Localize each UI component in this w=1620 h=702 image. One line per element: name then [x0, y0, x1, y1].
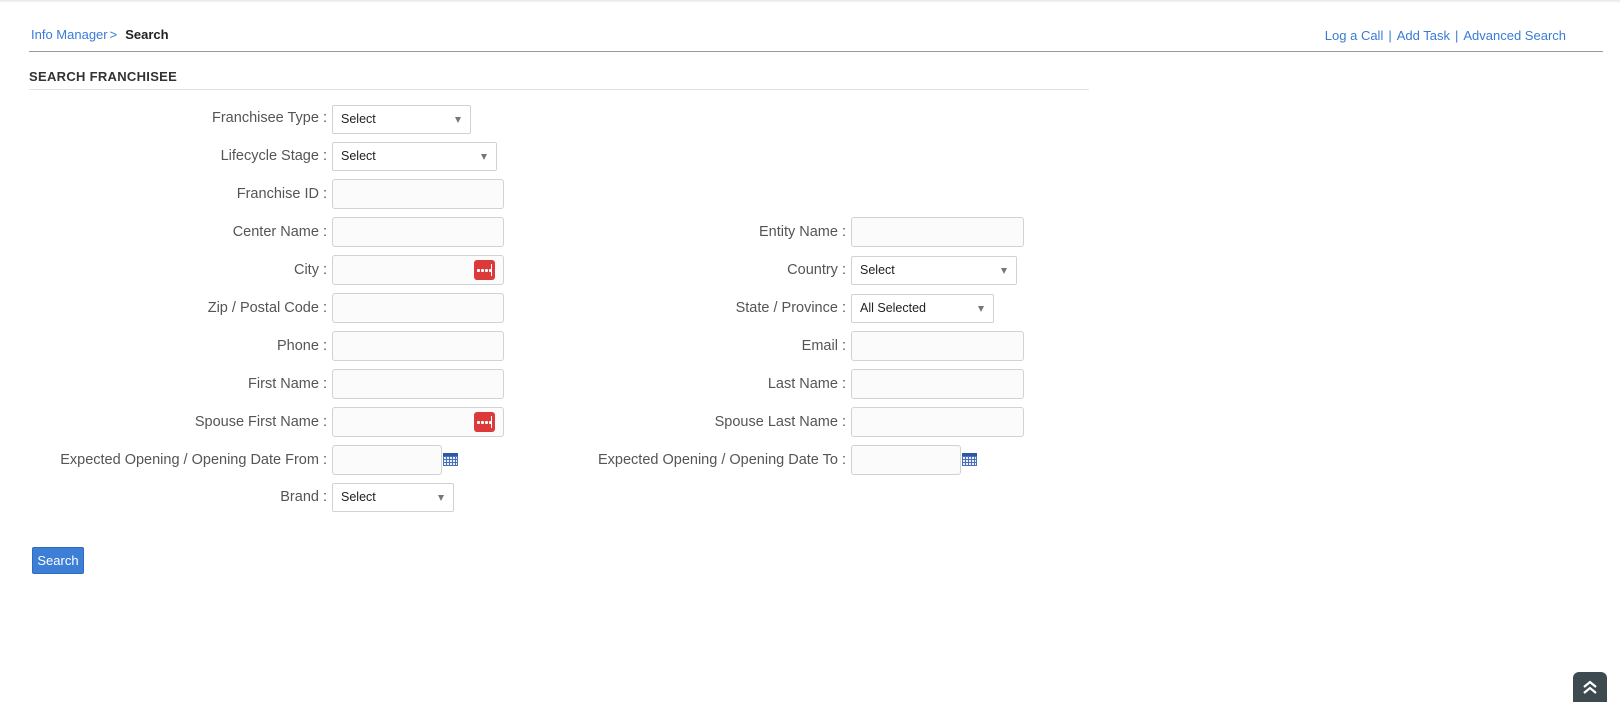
last-name-label: Last Name : [767, 376, 846, 392]
zip-input[interactable] [332, 293, 504, 323]
state-label: State / Province : [735, 300, 846, 316]
calendar-icon[interactable] [443, 453, 458, 466]
opening-date-from-label: Expected Opening / Opening Date From : [60, 452, 327, 468]
opening-date-to-input[interactable] [851, 445, 961, 475]
phone-input[interactable] [332, 331, 504, 361]
opening-date-from-input[interactable] [332, 445, 442, 475]
first-name-input[interactable] [332, 369, 504, 399]
double-chevron-up-icon [1583, 680, 1597, 694]
add-task-link[interactable]: Add Task [1397, 28, 1450, 43]
center-name-input[interactable] [332, 217, 504, 247]
email-input[interactable] [851, 331, 1024, 361]
city-label: City : [293, 262, 327, 278]
chevron-down-icon [438, 495, 444, 501]
state-value: All Selected [860, 301, 927, 315]
ellipsis-icon[interactable] [474, 260, 495, 280]
phone-label: Phone : [277, 338, 327, 354]
search-button[interactable]: Search [32, 547, 84, 574]
last-name-input[interactable] [851, 369, 1024, 399]
ellipsis-icon[interactable] [474, 412, 495, 432]
franchisee-type-value: Select [341, 112, 376, 126]
first-name-label: First Name : [248, 376, 327, 392]
calendar-icon[interactable] [962, 453, 977, 466]
lifecycle-stage-select[interactable]: Select [332, 142, 497, 171]
top-shadow [0, 0, 1620, 3]
lifecycle-stage-value: Select [341, 149, 376, 163]
opening-date-to-label: Expected Opening / Opening Date To : [597, 452, 846, 468]
chevron-down-icon [1001, 268, 1007, 274]
spouse-last-name-input[interactable] [851, 407, 1024, 437]
email-label: Email : [801, 338, 846, 354]
brand-select[interactable]: Select [332, 483, 454, 512]
breadcrumb-info-manager[interactable]: Info Manager [31, 27, 108, 42]
country-value: Select [860, 263, 895, 277]
country-label: Country : [787, 262, 846, 278]
chevron-down-icon [455, 117, 461, 123]
spouse-last-name-label: Spouse Last Name : [714, 414, 846, 430]
link-divider: | [1388, 28, 1392, 43]
zip-label: Zip / Postal Code : [207, 300, 327, 316]
section-divider [29, 89, 1089, 90]
franchisee-type-select[interactable]: Select [332, 105, 471, 134]
brand-value: Select [341, 490, 376, 504]
breadcrumb-current: Search [125, 27, 169, 42]
breadcrumb: Info Manager > Search [31, 27, 169, 42]
entity-name-input[interactable] [851, 217, 1024, 247]
franchise-id-label: Franchise ID : [236, 186, 327, 202]
franchisee-type-label: Franchisee Type : [212, 110, 327, 126]
log-a-call-link[interactable]: Log a Call [1325, 28, 1384, 43]
spouse-first-name-label: Spouse First Name : [194, 414, 327, 430]
chevron-down-icon [978, 306, 984, 312]
top-links: Log a Call | Add Task | Advanced Search [1325, 28, 1566, 43]
chevron-down-icon [481, 154, 487, 160]
breadcrumb-separator: > [109, 27, 118, 42]
entity-name-label: Entity Name : [758, 224, 846, 240]
franchise-id-input[interactable] [332, 179, 504, 209]
country-select[interactable]: Select [851, 256, 1017, 285]
link-divider: | [1454, 28, 1459, 43]
header-divider [29, 51, 1603, 52]
brand-label: Brand : [280, 489, 327, 505]
advanced-search-link[interactable]: Advanced Search [1463, 28, 1566, 43]
center-name-label: Center Name : [232, 224, 327, 240]
section-title: SEARCH FRANCHISEE [29, 69, 178, 84]
lifecycle-stage-label: Lifecycle Stage : [220, 148, 327, 164]
state-select[interactable]: All Selected [851, 294, 994, 323]
